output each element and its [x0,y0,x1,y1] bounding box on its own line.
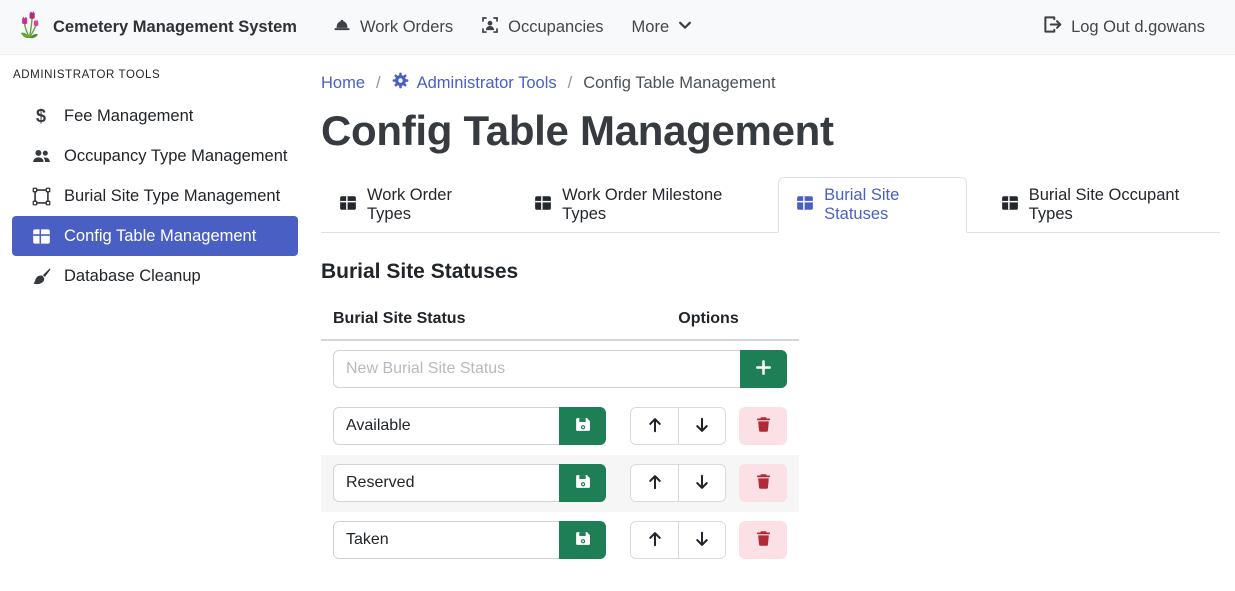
sidebar-heading: ADMINISTRATOR TOOLS [13,69,298,81]
breadcrumb-administrator-tools[interactable]: Administrator Tools [392,72,557,94]
reorder-button-group [630,521,726,559]
move-up-button[interactable] [631,522,678,558]
hard-hat-icon [333,16,351,39]
reorder-button-group [630,407,726,445]
move-down-button[interactable] [678,408,725,444]
table-icon [339,194,357,217]
tab-label: Work Order Milestone Types [562,186,744,224]
save-status-button[interactable] [559,464,606,502]
brush-icon [31,267,51,286]
delete-status-button[interactable] [739,521,787,559]
trash-icon [755,530,772,550]
tab-label: Work Order Types [367,186,482,224]
sidebar-item-occupancy-type-management[interactable]: Occupancy Type Management [12,136,298,176]
box-arrow-right-icon [1043,15,1062,39]
dollar-icon: $ [31,107,51,125]
delete-status-button[interactable] [739,407,787,445]
sidebar-item-config-table-management[interactable]: Config Table Management [12,216,298,256]
arrow-down-icon [693,530,711,551]
person-bounding-box-icon [481,16,499,39]
table-row [321,512,799,569]
move-down-button[interactable] [678,522,725,558]
sidebar-item-label: Fee Management [64,107,193,126]
column-header-status: Burial Site Status [321,300,618,340]
column-header-options: Options [618,300,799,340]
main-content: Home / Administrator [310,55,1235,591]
new-status-input[interactable] [333,350,741,388]
status-input[interactable] [333,464,560,502]
breadcrumb-separator: / [376,74,381,93]
nav-occupancies[interactable]: Occupancies [467,8,617,47]
tab-burial-site-occupant-types[interactable]: Burial Site Occupant Types [983,177,1220,233]
tab-label: Burial Site Statuses [824,186,949,224]
save-status-button[interactable] [559,407,606,445]
save-icon [574,416,591,436]
trash-icon [755,416,772,436]
tab-label: Burial Site Occupant Types [1029,186,1202,224]
tab-work-order-types[interactable]: Work Order Types [321,177,500,233]
sidebar-item-label: Database Cleanup [64,267,201,286]
tulip-logo-icon [16,9,44,46]
arrow-up-icon [646,530,664,551]
nav-work-orders[interactable]: Work Orders [319,8,467,47]
bounding-box-icon [31,187,51,206]
sidebar-item-label: Burial Site Type Management [64,187,280,206]
arrow-down-icon [693,473,711,494]
tab-burial-site-statuses[interactable]: Burial Site Statuses [778,177,967,233]
trash-icon [755,473,772,493]
save-icon [574,530,591,550]
people-icon [31,147,51,166]
sidebar-item-fee-management[interactable]: $ Fee Management [12,96,298,136]
move-up-button[interactable] [631,465,678,501]
arrow-up-icon [646,416,664,437]
table-icon [534,194,552,217]
move-down-button[interactable] [678,465,725,501]
table-row [321,398,799,455]
breadcrumb-separator: / [568,74,573,93]
table-row [321,455,799,512]
plus-icon [755,359,772,379]
navbar-links: Work Orders Occupancies More [319,8,706,47]
sidebar-item-database-cleanup[interactable]: Database Cleanup [12,256,298,296]
page-title: Config Table Management [321,107,1220,155]
table-icon [31,227,51,246]
status-input[interactable] [333,407,560,445]
sidebar-item-burial-site-type-management[interactable]: Burial Site Type Management [12,176,298,216]
status-input[interactable] [333,521,560,559]
logout-button[interactable]: Log Out d.gowans [1029,7,1219,47]
tab-work-order-milestone-types[interactable]: Work Order Milestone Types [516,177,762,233]
breadcrumb-home[interactable]: Home [321,74,365,93]
table-icon [796,194,814,217]
breadcrumb-admin-tools-label: Administrator Tools [417,74,557,93]
logout-label: Log Out d.gowans [1071,18,1205,37]
gear-icon [392,72,409,94]
config-tabs: Work Order Types Work Order Milestone Ty… [321,177,1220,233]
save-icon [574,473,591,493]
nav-more-label: More [632,18,670,37]
reorder-button-group [630,464,726,502]
top-navbar: Cemetery Management System Work Orders [0,0,1235,55]
save-status-button[interactable] [559,521,606,559]
nav-more[interactable]: More [618,10,707,45]
nav-work-orders-label: Work Orders [360,18,453,37]
move-up-button[interactable] [631,408,678,444]
delete-status-button[interactable] [739,464,787,502]
section-heading: Burial Site Statuses [321,260,1220,284]
burial-site-status-table: Burial Site Status Options [321,300,799,569]
breadcrumb-home-label: Home [321,74,365,93]
arrow-down-icon [693,416,711,437]
admin-sidebar: ADMINISTRATOR TOOLS $ Fee Management Occ… [0,55,310,591]
app-brand[interactable]: Cemetery Management System [16,9,297,46]
app-title: Cemetery Management System [53,18,297,37]
breadcrumb: Home / Administrator [321,72,1220,94]
breadcrumb-current-page: Config Table Management [583,74,775,93]
nav-occupancies-label: Occupancies [508,18,603,37]
arrow-up-icon [646,473,664,494]
chevron-down-icon [678,18,692,37]
add-status-button[interactable] [740,350,787,388]
sidebar-item-label: Occupancy Type Management [64,147,288,166]
table-icon [1001,194,1019,217]
table-row-new [321,340,799,398]
sidebar-item-label: Config Table Management [64,227,256,246]
